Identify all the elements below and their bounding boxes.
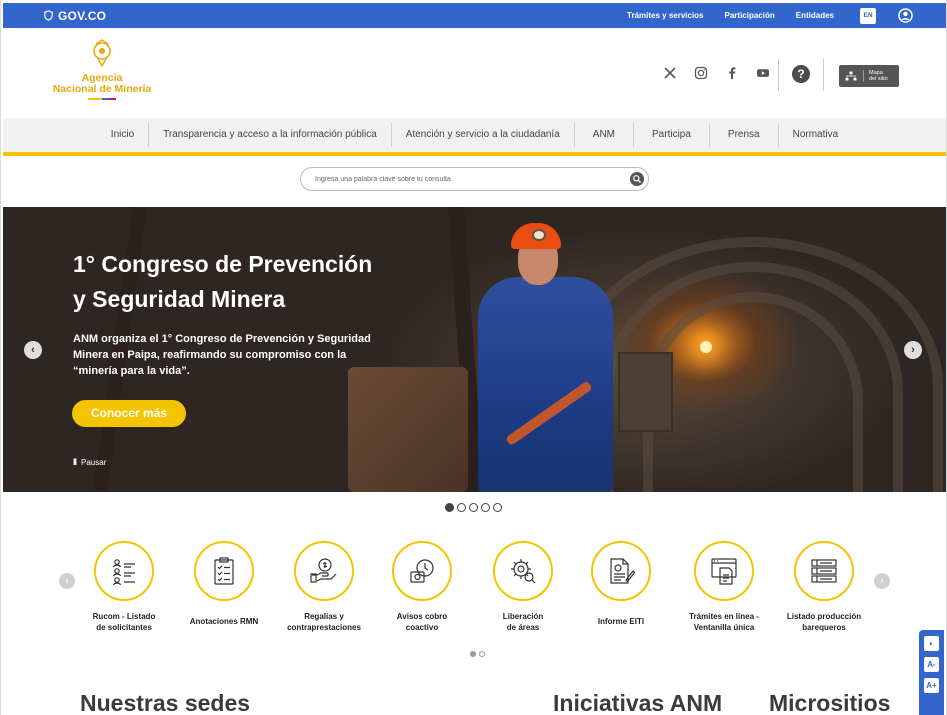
- social-links: [663, 66, 770, 80]
- header-divider: [778, 59, 779, 91]
- service-label: de áreas: [506, 623, 540, 632]
- decrease-font-button[interactable]: A-: [924, 657, 939, 672]
- coat-of-arms-icon: [93, 39, 111, 68]
- gov-link-tramites[interactable]: Trámites y servicios: [627, 11, 704, 20]
- service-item-regalias[interactable]: Regalías y contraprestaciones: [269, 541, 379, 633]
- nav-item-normativa[interactable]: Normativa: [779, 123, 853, 147]
- hero-carousel: 1° Congreso de Prevención y Seguridad Mi…: [3, 207, 946, 492]
- hero-title: 1° Congreso de Prevención y Seguridad Mi…: [73, 247, 413, 317]
- services-next-button[interactable]: ›: [874, 573, 890, 589]
- hand-coin-icon: [310, 558, 337, 583]
- hero-title-line1: 1° Congreso de Prevención: [73, 251, 373, 277]
- gov-link-participacion[interactable]: Participación: [725, 11, 775, 20]
- section-heading-iniciativas: Iniciativas ANM: [553, 690, 723, 715]
- hero-title-line2: y Seguridad Minera: [73, 286, 286, 312]
- service-label: contraprestaciones: [287, 623, 361, 632]
- service-label: Regalías y: [304, 612, 344, 621]
- service-label: barequeros: [802, 623, 846, 632]
- nav-item-atencion[interactable]: Atención y servicio a la ciudadanía: [392, 123, 575, 147]
- service-label: Anotaciones RMN: [189, 617, 259, 626]
- service-label: Rucom - Listado: [92, 612, 156, 621]
- nav-item-anm[interactable]: ANM: [575, 123, 635, 147]
- services-dot[interactable]: [470, 651, 476, 657]
- coin-clock-icon: [410, 559, 434, 583]
- hero-description: ANM organiza el 1° Congreso de Prevenció…: [73, 333, 371, 377]
- services-dot[interactable]: [479, 651, 485, 657]
- carousel-next-button[interactable]: ›: [904, 341, 922, 359]
- page: GOV.CO Trámites y servicios Participació…: [0, 0, 947, 715]
- service-item-avisos[interactable]: Avisos cobro coactivo: [367, 541, 477, 633]
- section-heading-micrositios: Micrositios: [769, 690, 891, 715]
- nav-item-transparencia[interactable]: Transparencia y acceso a la información …: [149, 123, 392, 147]
- header-divider: [823, 59, 824, 91]
- services-indicators: [470, 651, 485, 657]
- gov-bar: GOV.CO Trámites y servicios Participació…: [3, 3, 946, 28]
- clipboard-icon: [214, 557, 234, 585]
- pause-icon: II: [73, 457, 77, 467]
- accessibility-toolbar: ◐ A- A+: [919, 630, 944, 715]
- service-item-rucom[interactable]: Rucom - Listado de solicitantes: [69, 541, 179, 633]
- nav-accent-stripe: [3, 152, 946, 156]
- anm-logo[interactable]: Agencia Nacional de Minería: [46, 38, 158, 108]
- document-pen-icon: [610, 558, 636, 584]
- service-label: Informe EITI: [597, 617, 645, 626]
- pause-button[interactable]: II Pausar: [73, 457, 106, 467]
- youtube-icon[interactable]: [756, 66, 770, 80]
- flag-stripe: [46, 98, 158, 100]
- gear-search-icon: [511, 559, 536, 584]
- sitemap-icon: [845, 71, 857, 81]
- carousel-dot[interactable]: [493, 503, 502, 512]
- search-input[interactable]: [315, 168, 615, 190]
- contrast-icon[interactable]: ◐: [924, 636, 939, 651]
- instagram-icon[interactable]: [694, 66, 708, 80]
- nav-item-prensa[interactable]: Prensa: [710, 123, 779, 147]
- help-button[interactable]: ?: [792, 65, 810, 83]
- carousel-prev-button[interactable]: ‹: [24, 341, 42, 359]
- facebook-icon[interactable]: [725, 66, 739, 80]
- increase-font-button[interactable]: A+: [924, 678, 939, 693]
- main-nav: Inicio Transparencia y acceso a la infor…: [3, 118, 946, 152]
- carousel-dot[interactable]: [481, 503, 490, 512]
- section-heading-sedes: Nuestras sedes: [80, 690, 251, 715]
- user-icon[interactable]: [898, 8, 913, 23]
- service-item-anotaciones[interactable]: Anotaciones RMN: [169, 541, 279, 627]
- nav-item-inicio[interactable]: Inicio: [97, 123, 150, 147]
- service-label: Trámites en línea -: [689, 612, 759, 621]
- carousel-indicators: [445, 503, 502, 512]
- service-item-eiti[interactable]: Informe EITI: [566, 541, 676, 627]
- service-label: de solicitantes: [96, 623, 152, 632]
- service-label: Liberación: [502, 612, 544, 621]
- carousel-dot[interactable]: [457, 503, 466, 512]
- service-item-tramites[interactable]: Trámites en línea - Ventanilla única: [669, 541, 779, 633]
- sitemap-label-line2: del sitio: [869, 76, 888, 82]
- conocer-mas-button[interactable]: Conocer más: [72, 400, 186, 427]
- services-carousel: Rucom - Listado de solicitantes Anotacion…: [83, 541, 869, 641]
- pause-label: Pausar: [81, 457, 107, 467]
- browser-doc-icon: [711, 558, 737, 585]
- language-toggle-button[interactable]: EN: [860, 7, 876, 24]
- gov-shield-icon: [44, 10, 53, 21]
- service-item-barequeros[interactable]: Listado producción barequeros: [769, 541, 879, 633]
- search-box: [300, 167, 649, 191]
- search-icon: [633, 175, 641, 183]
- site-header: Agencia Nacional de Minería ? Mapa del s…: [3, 28, 946, 118]
- carousel-dot[interactable]: [469, 503, 478, 512]
- gov-co-logo[interactable]: GOV.CO: [43, 9, 106, 23]
- gov-co-text: GOV.CO: [58, 8, 107, 23]
- service-label: Ventanilla única: [693, 623, 755, 632]
- checklist-icon: [811, 559, 837, 583]
- service-label: Avisos cobro: [396, 612, 448, 621]
- sitemap-button[interactable]: Mapa del sitio: [839, 65, 899, 87]
- service-label: coactivo: [405, 623, 439, 632]
- carousel-dot[interactable]: [445, 503, 454, 512]
- gov-link-entidades[interactable]: Entidades: [796, 11, 834, 20]
- agency-name-line2: Nacional de Minería: [52, 83, 152, 95]
- service-item-liberacion[interactable]: Liberación de áreas: [468, 541, 578, 633]
- service-label: Listado producción: [786, 612, 862, 621]
- list-users-icon: [112, 559, 135, 586]
- x-icon[interactable]: [663, 66, 677, 80]
- nav-item-participa[interactable]: Participa: [634, 123, 710, 147]
- search-button[interactable]: [630, 172, 644, 186]
